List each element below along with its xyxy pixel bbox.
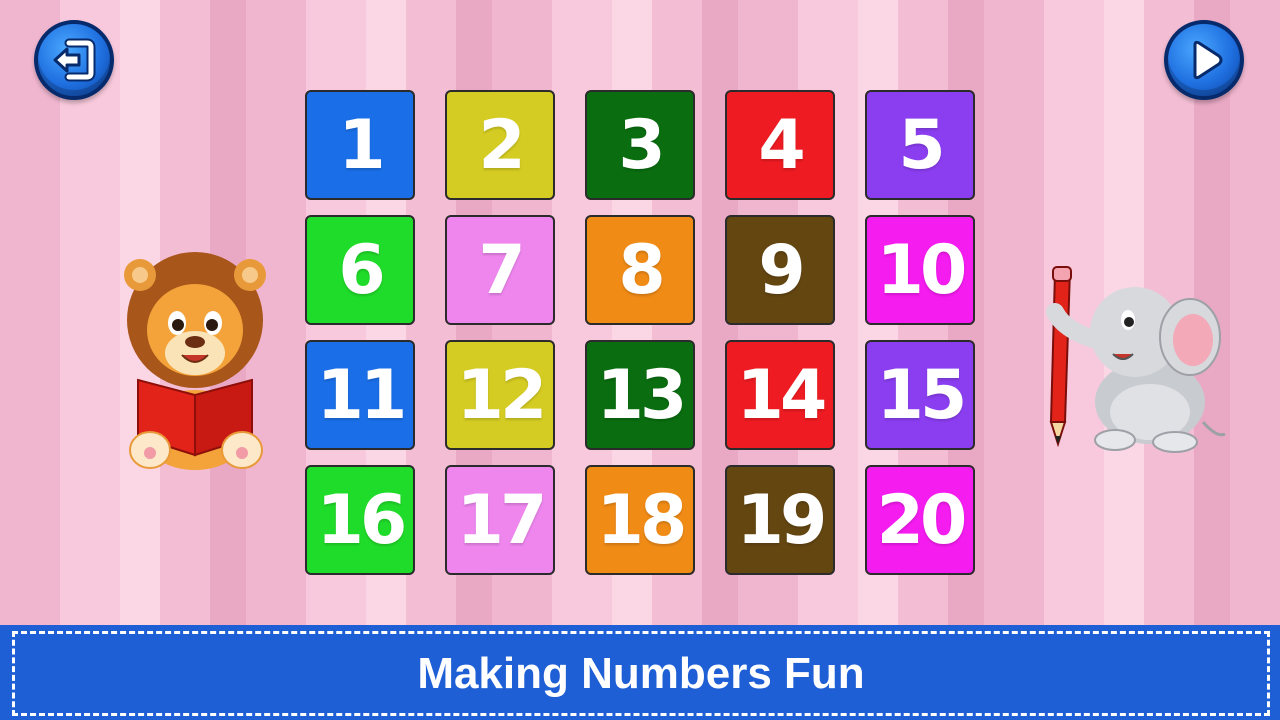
number-tile-9[interactable]: 9: [725, 215, 835, 325]
number-tile-18[interactable]: 18: [585, 465, 695, 575]
number-tile-16[interactable]: 16: [305, 465, 415, 575]
number-tile-11[interactable]: 11: [305, 340, 415, 450]
play-button[interactable]: [1164, 20, 1244, 100]
number-tile-14[interactable]: 14: [725, 340, 835, 450]
number-tile-10[interactable]: 10: [865, 215, 975, 325]
number-tile-15[interactable]: 15: [865, 340, 975, 450]
number-tile-6[interactable]: 6: [305, 215, 415, 325]
play-icon: [1193, 40, 1223, 80]
number-tile-20[interactable]: 20: [865, 465, 975, 575]
number-tile-3[interactable]: 3: [585, 90, 695, 200]
lion-reading-mascot: [124, 252, 266, 470]
number-tile-4[interactable]: 4: [725, 90, 835, 200]
number-tile-19[interactable]: 19: [725, 465, 835, 575]
exit-icon: [53, 38, 96, 82]
number-tile-7[interactable]: 7: [445, 215, 555, 325]
number-tile-13[interactable]: 13: [585, 340, 695, 450]
banner-title: Making Numbers Fun: [417, 648, 865, 698]
number-tile-5[interactable]: 5: [865, 90, 975, 200]
number-tile-17[interactable]: 17: [445, 465, 555, 575]
number-tile-2[interactable]: 2: [445, 90, 555, 200]
exit-button[interactable]: [34, 20, 114, 100]
number-tile-12[interactable]: 12: [445, 340, 555, 450]
title-banner: Making Numbers Fun: [0, 625, 1280, 720]
banner-dashed-border: Making Numbers Fun: [12, 631, 1270, 716]
number-tile-1[interactable]: 1: [305, 90, 415, 200]
number-tile-8[interactable]: 8: [585, 215, 695, 325]
number-grid: 1 2 3 4 5 6 7 8 9 10 11 12 13 14 15 16 17 18 19 20: [305, 90, 975, 575]
elephant-pencil-mascot: [1046, 266, 1226, 453]
